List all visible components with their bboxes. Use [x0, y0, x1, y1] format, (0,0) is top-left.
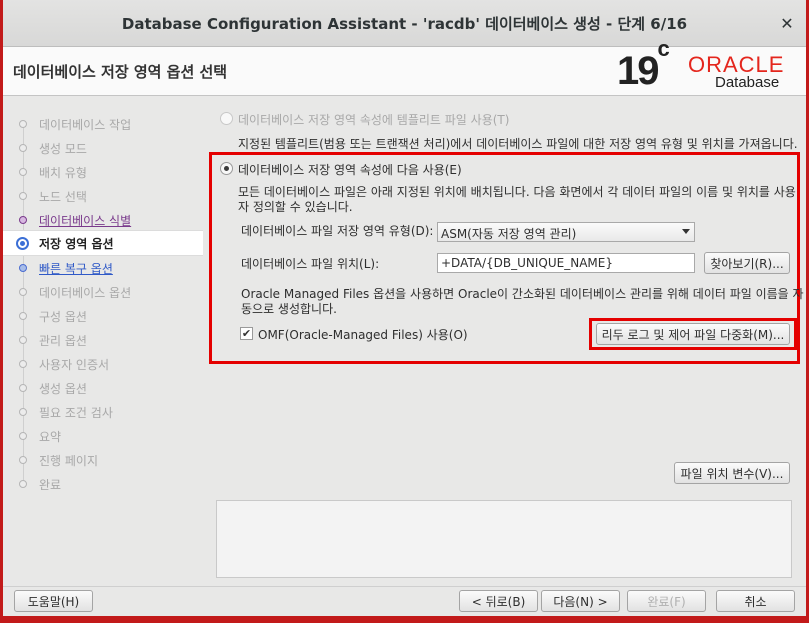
browse-button[interactable]: 찾아보기(R)... [704, 252, 790, 274]
step-creation-option: 생성 옵션 [3, 376, 203, 400]
window-titlebar: Database Configuration Assistant - 'racd… [3, 0, 806, 47]
custom-storage-description-2: 자 정의할 수 있습니다. [238, 200, 353, 214]
step-creation-mode: 생성 모드 [3, 136, 203, 160]
finish-button[interactable]: 완료(F) [627, 590, 706, 612]
step-dot-icon [19, 312, 27, 320]
omf-note-2: 동으로 생성합니다. [241, 302, 337, 316]
desktop-background [0, 616, 809, 623]
step-dot-icon [19, 360, 27, 368]
step-progress-page: 진행 페이지 [3, 448, 203, 472]
step-configuration-options: 구성 옵션 [3, 304, 203, 328]
next-button[interactable]: 다음(N) > [541, 590, 620, 612]
chevron-down-icon [682, 229, 690, 234]
back-button[interactable]: < 뒤로(B) [459, 590, 538, 612]
help-button[interactable]: 도움말(H) [14, 590, 93, 612]
step-user-credentials: 사용자 인증서 [3, 352, 203, 376]
step-dot-icon [19, 120, 27, 128]
step-dot-icon [19, 216, 27, 224]
step-dot-icon [19, 480, 27, 488]
page-header: 데이터베이스 저장 영역 옵션 선택 19c ORACLE Database [3, 35, 806, 96]
file-location-input[interactable]: +DATA/{DB_UNIQUE_NAME} [437, 253, 695, 273]
custom-storage-radio[interactable] [220, 162, 233, 175]
step-dot-icon [19, 168, 27, 176]
page-title: 데이터베이스 저장 영역 옵션 선택 [13, 63, 228, 81]
omf-checkbox-label: OMF(Oracle-Managed Files) 사용(O) [258, 328, 468, 342]
step-dot-icon [19, 336, 27, 344]
close-icon[interactable]: ✕ [776, 12, 798, 34]
step-dot-icon [19, 192, 27, 200]
file-location-variables-button[interactable]: 파일 위치 변수(V)... [674, 462, 790, 484]
step-database-options: 데이터베이스 옵션 [3, 280, 203, 304]
steps-sidebar: 데이터베이스 작업 생성 모드 배치 유형 노드 선택 데이터베이스 식별 저장… [3, 96, 203, 586]
step-dot-icon [19, 384, 27, 392]
storage-type-label: 데이터베이스 파일 저장 영역 유형(D): [241, 224, 434, 238]
message-panel [216, 500, 792, 578]
step-current-icon [16, 236, 29, 250]
step-summary: 요약 [3, 424, 203, 448]
step-node-selection: 노드 선택 [3, 184, 203, 208]
footer-separator [3, 586, 806, 587]
custom-storage-label: 데이터베이스 저장 영역 속성에 다음 사용(E) [238, 163, 462, 177]
window-title: Database Configuration Assistant - 'racd… [121, 14, 688, 33]
step-deployment-type: 배치 유형 [3, 160, 203, 184]
oracle-database-label: Database [715, 74, 780, 91]
cancel-button[interactable]: 취소 [716, 590, 795, 612]
step-management-options: 관리 옵션 [3, 328, 203, 352]
step-fast-recovery-option[interactable]: 빠른 복구 옵션 [3, 256, 203, 280]
step-storage-option: 저장 영역 옵션 [3, 230, 203, 256]
step-dot-icon [19, 264, 27, 272]
oracle-19c-logo: 19c [617, 35, 670, 93]
step-prerequisite-checks: 필요 조건 검사 [3, 400, 203, 424]
step-dot-icon [19, 288, 27, 296]
step-database-operation: 데이터베이스 작업 [3, 112, 203, 136]
template-storage-label: 데이터베이스 저장 영역 속성에 템플리트 파일 사용(T) [238, 113, 510, 127]
step-finish: 완료 [3, 472, 203, 496]
step-dot-icon [19, 456, 27, 464]
step-dot-icon [19, 432, 27, 440]
multiplex-redo-control-button[interactable]: 리두 로그 및 제어 파일 다중화(M)... [596, 323, 790, 345]
template-storage-radio[interactable] [220, 112, 233, 125]
storage-type-select[interactable]: ASM(자동 저장 영역 관리) [437, 222, 695, 242]
file-location-label: 데이터베이스 파일 위치(L): [241, 257, 380, 271]
step-dot-icon [19, 144, 27, 152]
step-dot-icon [19, 408, 27, 416]
step-database-identification[interactable]: 데이터베이스 식별 [3, 208, 203, 232]
template-storage-description: 지정된 템플리트(범용 또는 트랜잭션 처리)에서 데이터베이스 파일에 대한 … [238, 137, 798, 151]
omf-checkbox[interactable]: ✔ [240, 327, 253, 340]
